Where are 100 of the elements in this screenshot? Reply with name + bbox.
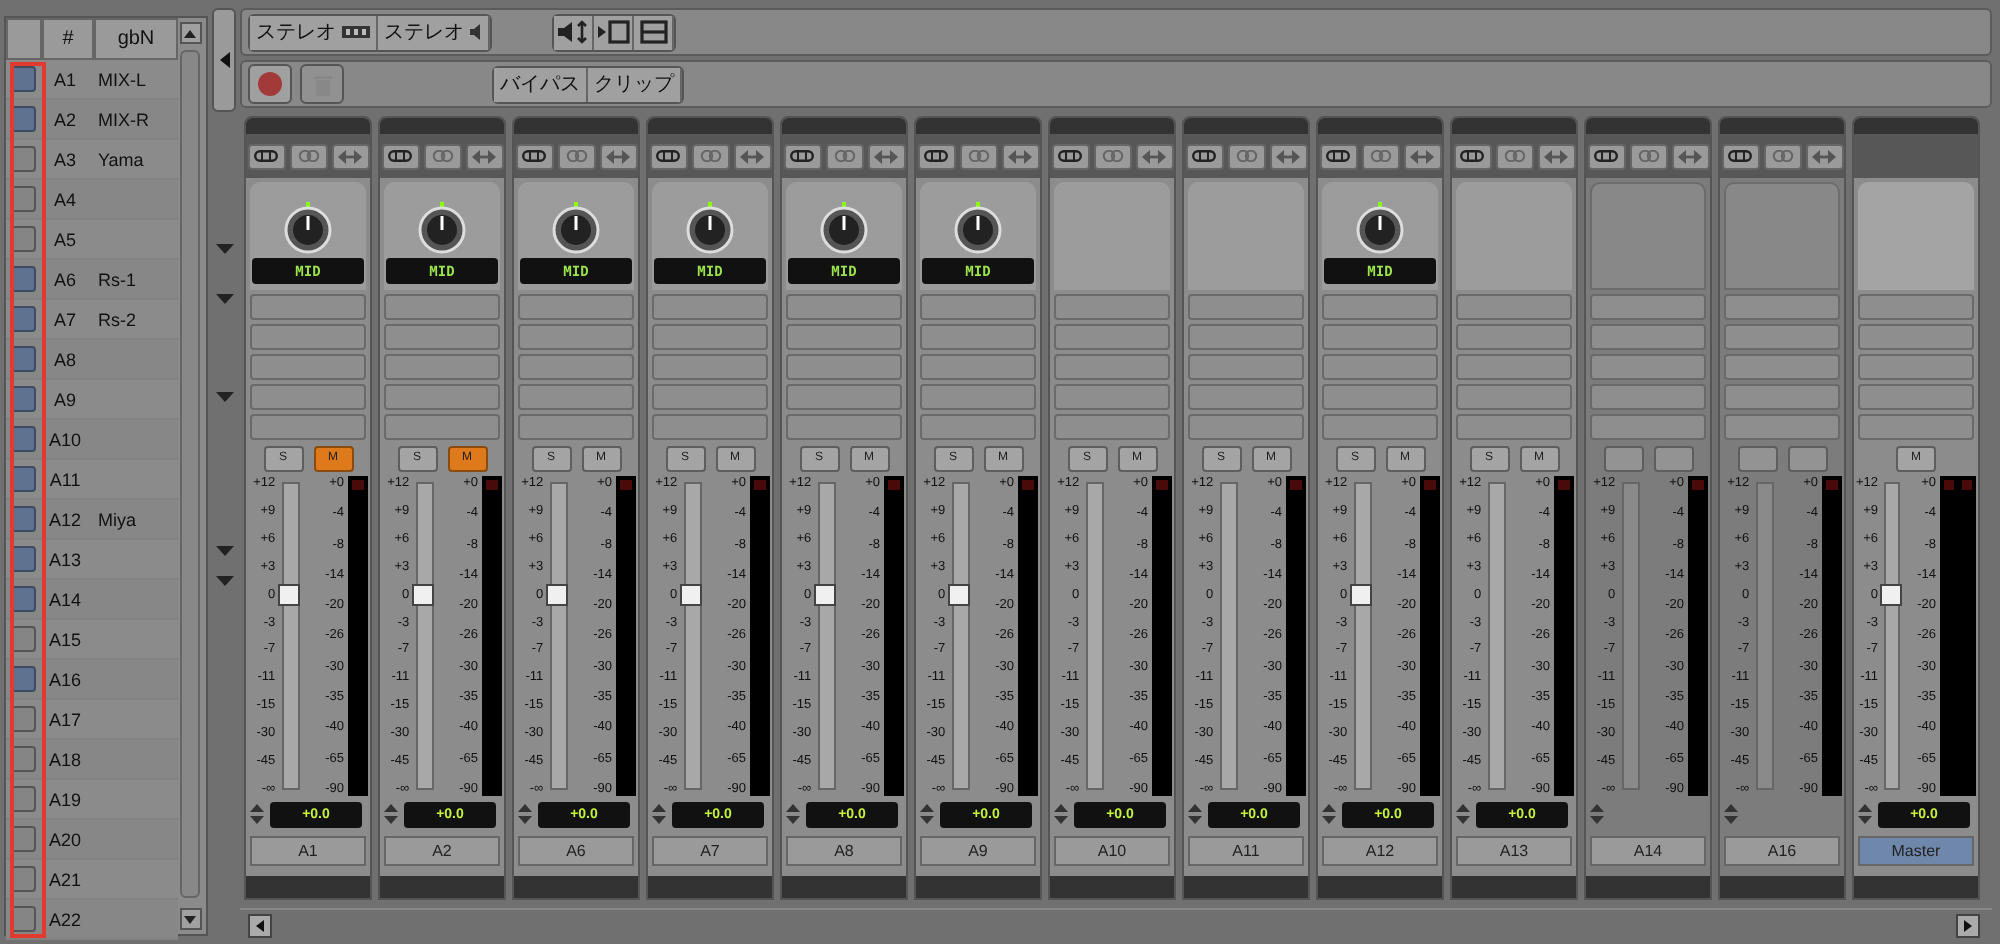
- arrows-button[interactable]: [331, 143, 369, 169]
- mode-button[interactable]: クリップ: [588, 67, 682, 101]
- channel-name-button[interactable]: A12: [1322, 836, 1438, 866]
- link-button[interactable]: [917, 143, 955, 169]
- channel-name-button[interactable]: A13: [1456, 836, 1572, 866]
- insert-slot[interactable]: [250, 324, 366, 350]
- insert-slot[interactable]: [1188, 414, 1304, 440]
- spin-icon[interactable]: [518, 804, 532, 824]
- scroll-down-button[interactable]: [179, 908, 201, 930]
- insert-slot[interactable]: [250, 294, 366, 320]
- insert-slot[interactable]: [920, 354, 1036, 380]
- scroll-left-button[interactable]: [248, 914, 272, 938]
- fader-handle[interactable]: [545, 583, 568, 606]
- channel-name-button[interactable]: A1: [250, 836, 366, 866]
- pan-knob[interactable]: [552, 202, 600, 254]
- circles-button[interactable]: [557, 143, 595, 169]
- channel-name-button[interactable]: Master: [1858, 836, 1974, 866]
- circles-button[interactable]: [691, 143, 729, 169]
- insert-slot[interactable]: [1858, 414, 1974, 440]
- insert-slot[interactable]: [652, 294, 768, 320]
- insert-slot[interactable]: [920, 414, 1036, 440]
- link-button[interactable]: [1453, 143, 1491, 169]
- output-button[interactable]: ステレオ: [378, 15, 490, 49]
- spin-icon[interactable]: [1858, 804, 1872, 824]
- insert-slot[interactable]: [1858, 354, 1974, 380]
- insert-slot[interactable]: [1322, 384, 1438, 410]
- insert-slot[interactable]: [652, 384, 768, 410]
- insert-slot[interactable]: [250, 384, 366, 410]
- insert-slot[interactable]: [518, 354, 634, 380]
- link-button[interactable]: [381, 143, 419, 169]
- channel-name-button[interactable]: A10: [1054, 836, 1170, 866]
- insert-slot[interactable]: [1054, 294, 1170, 320]
- pan-knob[interactable]: [820, 202, 868, 254]
- link-button[interactable]: [649, 143, 687, 169]
- circles-button[interactable]: [289, 143, 327, 169]
- fader-handle[interactable]: [679, 583, 702, 606]
- insert-slot[interactable]: [920, 324, 1036, 350]
- spin-icon[interactable]: [1054, 804, 1068, 824]
- arrows-button[interactable]: [1135, 143, 1173, 169]
- link-button[interactable]: [247, 143, 285, 169]
- insert-slot[interactable]: [1858, 294, 1974, 320]
- spin-icon[interactable]: [384, 804, 398, 824]
- insert-slot[interactable]: [1188, 384, 1304, 410]
- channel-name-button[interactable]: A6: [518, 836, 634, 866]
- circles-button[interactable]: [1495, 143, 1533, 169]
- insert-slot[interactable]: [518, 414, 634, 440]
- link-button[interactable]: [1319, 143, 1357, 169]
- insert-slot[interactable]: [250, 354, 366, 380]
- scroll-right-button[interactable]: [1956, 914, 1980, 938]
- pan-knob[interactable]: [284, 202, 332, 254]
- insert-slot[interactable]: [384, 414, 500, 440]
- trash-button[interactable]: [300, 64, 344, 104]
- insert-slot[interactable]: [1322, 354, 1438, 380]
- fader-handle[interactable]: [813, 583, 836, 606]
- channel-name-button[interactable]: A9: [920, 836, 1036, 866]
- insert-slot[interactable]: [518, 294, 634, 320]
- dropdown-arrow-icon[interactable]: [215, 576, 233, 586]
- circles-button[interactable]: [1093, 143, 1131, 169]
- insert-slot[interactable]: [1188, 324, 1304, 350]
- insert-slot[interactable]: [1858, 384, 1974, 410]
- collapse-tab[interactable]: [212, 8, 236, 112]
- fader-handle[interactable]: [1880, 583, 1903, 606]
- mode-button[interactable]: バイパス: [494, 67, 588, 101]
- insert-slot[interactable]: [1456, 384, 1572, 410]
- pan-knob[interactable]: [686, 202, 734, 254]
- fader-handle[interactable]: [947, 583, 970, 606]
- insert-slot[interactable]: [1054, 384, 1170, 410]
- insert-slot[interactable]: [786, 324, 902, 350]
- insert-slot[interactable]: [518, 384, 634, 410]
- fader-handle[interactable]: [1349, 583, 1372, 606]
- output-button[interactable]: ステレオ: [250, 15, 378, 49]
- column-header[interactable]: #: [42, 18, 94, 60]
- column-header[interactable]: gbN: [94, 18, 178, 60]
- scroll-up-button[interactable]: [179, 22, 201, 44]
- toolbar-button[interactable]: [634, 15, 674, 49]
- dropdown-arrow-icon[interactable]: [215, 392, 233, 402]
- insert-slot[interactable]: [1054, 414, 1170, 440]
- insert-slot[interactable]: [1188, 354, 1304, 380]
- insert-slot[interactable]: [384, 324, 500, 350]
- insert-slot[interactable]: [786, 294, 902, 320]
- spin-icon[interactable]: [1188, 804, 1202, 824]
- circles-button[interactable]: [825, 143, 863, 169]
- circles-button[interactable]: [959, 143, 997, 169]
- channel-name-button[interactable]: A7: [652, 836, 768, 866]
- spin-icon[interactable]: [1322, 804, 1336, 824]
- insert-slot[interactable]: [652, 414, 768, 440]
- link-button[interactable]: [783, 143, 821, 169]
- insert-slot[interactable]: [786, 384, 902, 410]
- arrows-button[interactable]: [1403, 143, 1441, 169]
- circles-button[interactable]: [423, 143, 461, 169]
- channel-name-button[interactable]: A2: [384, 836, 500, 866]
- insert-slot[interactable]: [1054, 354, 1170, 380]
- insert-slot[interactable]: [1456, 324, 1572, 350]
- insert-slot[interactable]: [1456, 294, 1572, 320]
- insert-slot[interactable]: [786, 414, 902, 440]
- insert-slot[interactable]: [1322, 294, 1438, 320]
- insert-slot[interactable]: [384, 384, 500, 410]
- arrows-button[interactable]: [1269, 143, 1307, 169]
- insert-slot[interactable]: [652, 354, 768, 380]
- circles-button[interactable]: [1227, 143, 1265, 169]
